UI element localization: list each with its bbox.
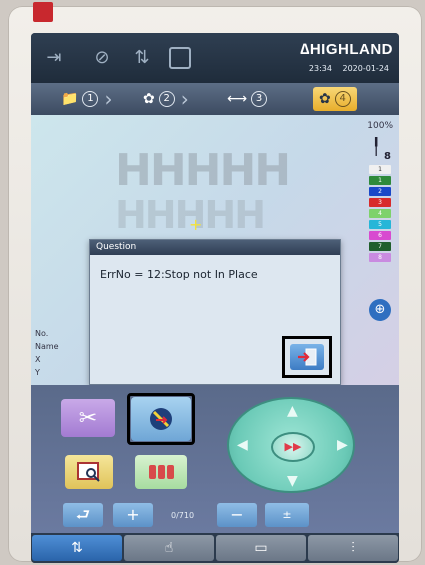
thread-trim-off-button[interactable]	[131, 397, 191, 441]
crosshair-icon: +	[189, 215, 203, 234]
chevron-right-icon: ›	[104, 87, 113, 111]
plus-minus-button[interactable]: ±	[265, 503, 309, 527]
design-image-button[interactable]	[65, 455, 113, 489]
needle-swatch[interactable]: 8	[369, 253, 391, 262]
design-preview: HHHHH	[115, 145, 291, 196]
minus-button[interactable]: −	[217, 503, 257, 527]
tab-bobbin[interactable]: ⫶	[308, 535, 398, 561]
fast-forward-icon[interactable]: ▶▶	[271, 432, 315, 462]
dialog-title: Question	[90, 240, 340, 255]
step-number: 1	[82, 91, 99, 107]
bobbin-icon: ⫶	[351, 540, 355, 556]
return-button[interactable]: ⮐	[63, 503, 103, 527]
sewing-icon: ✿	[319, 91, 331, 107]
arrow-down-icon[interactable]: ▼	[287, 473, 298, 489]
blank-box-icon[interactable]	[169, 47, 191, 69]
frame-icon[interactable]: ⇥	[41, 45, 67, 71]
arrow-up-icon[interactable]: ▲	[287, 403, 298, 419]
info-label-name: Name	[35, 342, 59, 351]
bottom-tab-bar: ⇅ ☝ ▭ ⫶	[31, 533, 399, 563]
question-dialog: Question ErrNo = 12:Stop not In Place	[89, 239, 341, 385]
exit-door-icon	[290, 344, 324, 370]
exit-button[interactable]	[282, 336, 332, 378]
chevron-right-icon: ›	[180, 87, 189, 111]
scissors-icon: ✂	[78, 405, 98, 431]
needle-swatch[interactable]: 5	[369, 220, 391, 229]
frame-icon: ▭	[254, 540, 268, 556]
step-2[interactable]: ✿ 2 ›	[143, 87, 189, 111]
tension-icon[interactable]: ⇅	[129, 45, 155, 71]
trim-scissors-button[interactable]: ✂	[61, 399, 115, 437]
status-bar: ⇥ ⊘ ⇅ ∆HIGHLAND 23:34 2020-01-24	[31, 33, 399, 83]
info-label-x: X	[35, 355, 41, 364]
arrow-right-icon[interactable]: ▶	[337, 437, 348, 453]
zoom-in-icon[interactable]: ⊕	[369, 299, 391, 321]
tab-needle[interactable]: ⇅	[32, 535, 122, 561]
control-panel: ✂ ▲ ▼ ◀ ▶ ▶▶ ⮐ + 0/710 − ±	[31, 385, 399, 533]
edit-flower-icon: ✿	[143, 91, 155, 107]
frame-size-icon: ⟷	[227, 91, 248, 107]
date-text: 2020-01-24	[342, 64, 390, 73]
clock: 23:34 2020-01-24	[301, 64, 389, 73]
needle-select-button[interactable]	[135, 455, 187, 489]
tab-frame[interactable]: ▭	[216, 535, 306, 561]
tab-touch[interactable]: ☝	[124, 535, 214, 561]
dialog-message: ErrNo = 12:Stop not In Place	[100, 268, 258, 281]
info-label-y: Y	[35, 368, 40, 377]
needle-swatch[interactable]: 1	[369, 165, 391, 174]
step-number: 2	[158, 91, 175, 107]
needle-swatch[interactable]: 1	[369, 176, 391, 185]
step-number: 4	[334, 91, 351, 107]
design-info: No. Name X Y	[35, 327, 59, 379]
needle-swatch[interactable]: 4	[369, 209, 391, 218]
emergency-tab	[33, 2, 53, 22]
brand-logo: ∆HIGHLAND	[300, 41, 393, 58]
stitch-counter: 0/710	[171, 511, 195, 520]
no-signal-icon[interactable]: ⊘	[89, 45, 115, 71]
needle-swatch[interactable]: 3	[369, 198, 391, 207]
needle-arrow-icon: ⇅	[71, 540, 83, 556]
needle-swatch[interactable]: 7	[369, 242, 391, 251]
needle-swatch[interactable]: 6	[369, 231, 391, 240]
step-number: 3	[251, 91, 268, 107]
folder-icon: 📁	[61, 91, 79, 107]
info-label-no: No.	[35, 329, 49, 338]
image-search-icon	[77, 462, 100, 482]
needle-swatch[interactable]: 2	[369, 187, 391, 196]
needle-count: 8	[384, 151, 391, 162]
zoom-level: 100%	[367, 121, 393, 131]
arrow-left-icon[interactable]: ◀	[237, 437, 248, 453]
plus-button[interactable]: +	[113, 503, 153, 527]
needle-icon: ╿	[371, 139, 381, 156]
time-text: 23:34	[308, 64, 332, 73]
step-3[interactable]: ⟷ 3	[227, 87, 268, 111]
needles-icon	[149, 465, 174, 479]
touch-screen: ⇥ ⊘ ⇅ ∆HIGHLAND 23:34 2020-01-24 📁 1 › ✿…	[31, 33, 399, 563]
step-4[interactable]: ✿ 4	[313, 87, 357, 111]
hand-pointer-icon: ☝	[164, 540, 174, 556]
direction-pad[interactable]: ▲ ▼ ◀ ▶ ▶▶	[227, 397, 355, 493]
trim-off-icon	[150, 408, 172, 430]
step-1[interactable]: 📁 1 ›	[61, 87, 112, 111]
workflow-step-bar: 📁 1 › ✿ 2 › ⟷ 3 ✿ 4	[31, 83, 399, 115]
needle-color-list: 1 1 2 3 4 5 6 7 8	[369, 165, 391, 264]
